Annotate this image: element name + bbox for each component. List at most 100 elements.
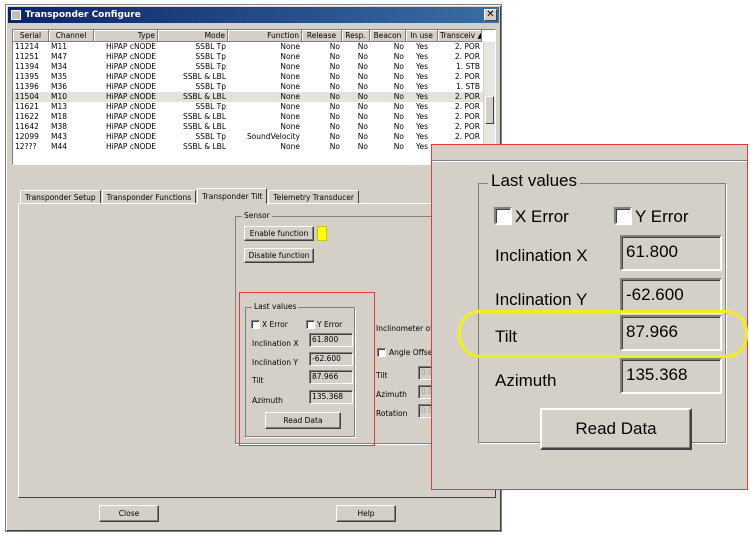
last-values-label: Last values: [252, 302, 299, 311]
table-cell: No: [329, 82, 340, 91]
column-header-in-use[interactable]: In use: [406, 30, 438, 42]
table-cell: 11621: [15, 102, 39, 111]
list-header: Serial Channel Type Mode Function Releas…: [13, 30, 495, 42]
table-cell: 2. POR: [454, 92, 480, 101]
table-row[interactable]: 12099 M43 HiPAP cNODE SSBL Tp SoundVelocity N…: [13, 132, 495, 142]
azimuth-label: Azimuth: [252, 396, 283, 405]
table-cell: Yes: [415, 92, 429, 101]
tab-strip: Transponder Setup Transponder Functions …: [20, 188, 360, 204]
column-header-type[interactable]: Type: [94, 30, 158, 42]
table-row[interactable]: 11214 M11 HiPAP cNODE SSBL Tp None No No No Yes 2…: [13, 42, 495, 52]
table-cell: M35: [51, 72, 68, 81]
zoom-y-error-label: Y Error: [635, 207, 689, 226]
read-data-button[interactable]: Read Data: [265, 412, 341, 429]
table-cell: SSBL Tp: [195, 62, 226, 71]
list-rows: 11214 M11 HiPAP cNODE SSBL Tp None No No No Yes 2…: [13, 42, 495, 152]
table-row[interactable]: 11394 M34 HiPAP cNODE SSBL Tp None No No No Yes 1…: [13, 62, 495, 72]
table-cell: 2. POR: [454, 52, 480, 61]
table-cell: SSBL & LBL: [183, 72, 226, 81]
zoom-inclination-x-field: 61.800: [620, 235, 722, 271]
table-cell: 11504: [15, 92, 39, 101]
close-button[interactable]: Close: [99, 505, 159, 522]
tab-telemetry-transducer[interactable]: Telemetry Transducer: [268, 190, 359, 204]
table-cell: No: [393, 102, 404, 111]
table-cell: SSBL Tp: [195, 82, 226, 91]
table-cell: None: [280, 62, 300, 71]
table-cell: No: [357, 82, 368, 91]
help-button[interactable]: Help: [336, 505, 396, 522]
table-cell: No: [393, 42, 404, 51]
inclination-y-field: -62.600: [309, 352, 353, 366]
table-cell: SSBL Tp: [195, 52, 226, 61]
tab-transponder-functions[interactable]: Transponder Functions: [101, 190, 197, 204]
table-row[interactable]: 11621 M13 HiPAP cNODE SSBL Tp None No No No Yes 2…: [13, 102, 495, 112]
table-cell: None: [280, 92, 300, 101]
y-error-checkbox[interactable]: [306, 320, 315, 329]
zoom-inclination-y-field: -62.600: [620, 278, 722, 314]
table-row[interactable]: 11251 M47 HiPAP cNODE SSBL Tp None No No No Yes 2…: [13, 52, 495, 62]
table-cell: 11214: [15, 42, 39, 51]
table-row[interactable]: 11504 M10 HiPAP cNODE SSBL & LBL None No No No Y…: [13, 92, 495, 102]
table-cell: HiPAP cNODE: [106, 72, 156, 81]
column-header-channel[interactable]: Channel: [49, 30, 94, 42]
offset-tilt-label: Tilt: [376, 371, 388, 380]
column-header-transceiver[interactable]: Transceiv ▲: [438, 30, 482, 42]
angle-offset-checkbox[interactable]: [377, 348, 386, 357]
transponder-configure-window: Transponder Configure ✕ Serial Channel T…: [5, 4, 502, 532]
zoom-y-error-checkbox[interactable]: [614, 207, 632, 225]
table-cell: Yes: [415, 132, 429, 141]
scrollbar-thumb[interactable]: [485, 96, 494, 124]
close-window-button[interactable]: ✕: [484, 9, 497, 21]
table-cell: M13: [51, 102, 68, 111]
column-header-serial[interactable]: Serial: [13, 30, 49, 42]
table-cell: HiPAP cNODE: [106, 142, 156, 151]
table-row[interactable]: 11622 M18 HiPAP cNODE SSBL & LBL None No No No Y…: [13, 112, 495, 122]
table-cell: SoundVelocity: [246, 132, 300, 141]
table-cell: 2. POR: [454, 102, 480, 111]
table-cell: No: [393, 82, 404, 91]
table-cell: HiPAP cNODE: [106, 42, 156, 51]
table-cell: No: [357, 142, 368, 151]
transponder-list[interactable]: Serial Channel Type Mode Function Releas…: [12, 29, 496, 165]
tilt-highlight-oval: [458, 310, 748, 358]
disable-function-button[interactable]: Disable function: [244, 248, 314, 263]
table-row[interactable]: 11642 M38 HiPAP cNODE SSBL & LBL None No No No Y…: [13, 122, 495, 132]
table-cell: Yes: [415, 122, 429, 131]
table-row[interactable]: 11396 M36 HiPAP cNODE SSBL Tp None No No No Yes 1…: [13, 82, 495, 92]
azimuth-field: 135.368: [309, 390, 353, 404]
table-cell: No: [393, 52, 404, 61]
table-cell: HiPAP cNODE: [106, 112, 156, 121]
table-cell: M36: [51, 82, 68, 91]
column-header-mode[interactable]: Mode: [158, 30, 228, 42]
column-header-resp[interactable]: Resp.: [342, 30, 370, 42]
table-cell: SSBL Tp: [195, 42, 226, 51]
table-cell: Yes: [415, 52, 429, 61]
table-cell: No: [329, 112, 340, 121]
table-cell: No: [393, 92, 404, 101]
tab-transponder-tilt[interactable]: Transponder Tilt: [197, 188, 268, 204]
title-bar: Transponder Configure ✕: [8, 7, 499, 23]
table-cell: None: [280, 82, 300, 91]
table-row[interactable]: 11395 M35 HiPAP cNODE SSBL & LBL None No No No Y…: [13, 72, 495, 82]
table-cell: No: [329, 52, 340, 61]
table-cell: No: [393, 72, 404, 81]
zoom-x-error-checkbox[interactable]: [494, 207, 512, 225]
highlight-marker: [317, 226, 327, 241]
table-row[interactable]: 12??? M44 HiPAP cNODE SSBL & LBL None No No No Y…: [13, 142, 495, 152]
column-header-beacon[interactable]: Beacon: [370, 30, 406, 42]
table-cell: No: [357, 92, 368, 101]
table-cell: HiPAP cNODE: [106, 132, 156, 141]
angle-offset-label: Angle Offset: [389, 348, 436, 357]
tab-transponder-setup[interactable]: Transponder Setup: [20, 190, 101, 204]
table-cell: No: [393, 142, 404, 151]
table-cell: 11251: [15, 52, 39, 61]
table-cell: 12???: [15, 142, 37, 151]
table-cell: None: [280, 112, 300, 121]
table-cell: M44: [51, 142, 68, 151]
table-cell: No: [393, 112, 404, 121]
enable-function-button[interactable]: Enable function: [244, 226, 314, 241]
column-header-function[interactable]: Function: [228, 30, 302, 42]
column-header-release[interactable]: Release: [302, 30, 342, 42]
x-error-checkbox[interactable]: [251, 320, 260, 329]
zoom-read-data-button[interactable]: Read Data: [540, 408, 692, 450]
